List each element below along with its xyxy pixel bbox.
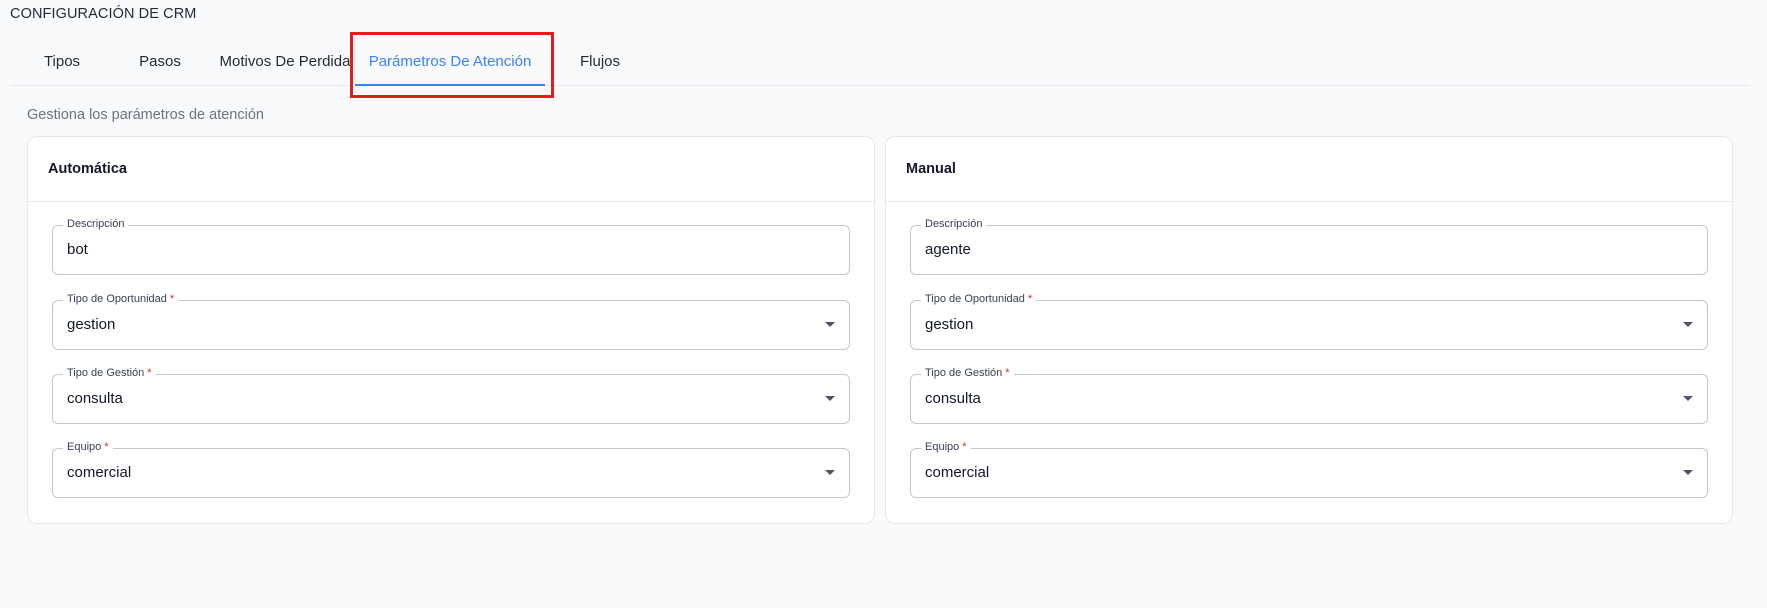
card-title: Automática (28, 137, 874, 202)
field-label: Descripción (921, 218, 987, 230)
card-automatica: Automática Descripción bot Tipo de Oport… (27, 136, 875, 524)
tab-motivos-de-perdida[interactable]: Motivos De Perdida (210, 36, 360, 86)
field-label: Descripción (63, 218, 129, 230)
tab-flujos[interactable]: Flujos (562, 36, 638, 86)
caret-down-icon[interactable] (825, 396, 835, 401)
highlight-annotation-box (350, 32, 554, 98)
field-label: Tipo de Gestión * (921, 367, 1014, 379)
field-label: Tipo de Oportunidad * (63, 293, 179, 305)
required-mark: * (147, 367, 152, 379)
required-mark: * (104, 441, 109, 453)
tipo-oportunidad-select[interactable]: Tipo de Oportunidad * gestion (52, 293, 850, 350)
required-mark: * (169, 293, 175, 305)
equipo-select[interactable]: Equipo * comercial (910, 441, 1708, 498)
caret-down-icon[interactable] (825, 470, 835, 475)
tab-tipos[interactable]: Tipos (28, 36, 96, 86)
field-value: bot (67, 241, 88, 258)
tab-pasos[interactable]: Pasos (122, 36, 198, 86)
field-value: consulta (67, 390, 123, 407)
descripcion-field[interactable]: Descripción bot (52, 218, 850, 275)
field-label: Tipo de Gestión * (63, 367, 156, 379)
field-value: consulta (925, 390, 981, 407)
required-mark: * (1027, 293, 1033, 305)
tipo-oportunidad-select[interactable]: Tipo de Oportunidad * gestion (910, 293, 1708, 350)
field-value: gestion (67, 316, 116, 333)
page-title: CONFIGURACIÓN DE CRM (10, 6, 197, 22)
page-subtitle: Gestiona los parámetros de atención (27, 107, 264, 123)
field-label: Equipo * (921, 441, 971, 453)
card-manual: Manual Descripción agente Tipo de Oportu… (885, 136, 1733, 524)
tipo-gestion-select[interactable]: Tipo de Gestión * consulta (52, 367, 850, 424)
field-value: agente (925, 241, 971, 258)
field-value: comercial (67, 464, 132, 481)
caret-down-icon[interactable] (1683, 396, 1693, 401)
card-title: Manual (886, 137, 1732, 202)
descripcion-field[interactable]: Descripción agente (910, 218, 1708, 275)
field-label: Equipo * (63, 441, 113, 453)
required-mark: * (1005, 367, 1010, 379)
required-mark: * (962, 441, 967, 453)
caret-down-icon[interactable] (1683, 322, 1693, 327)
field-label: Tipo de Oportunidad * (921, 293, 1037, 305)
equipo-select[interactable]: Equipo * comercial (52, 441, 850, 498)
tab-bar: Tipos Pasos Motivos De Perdida Parámetro… (10, 36, 1750, 86)
caret-down-icon[interactable] (825, 322, 835, 327)
caret-down-icon[interactable] (1683, 470, 1693, 475)
field-value: comercial (925, 464, 990, 481)
field-value: gestion (925, 316, 974, 333)
crm-config-page: CONFIGURACIÓN DE CRM Tipos Pasos Motivos… (0, 0, 1767, 608)
tipo-gestion-select[interactable]: Tipo de Gestión * consulta (910, 367, 1708, 424)
